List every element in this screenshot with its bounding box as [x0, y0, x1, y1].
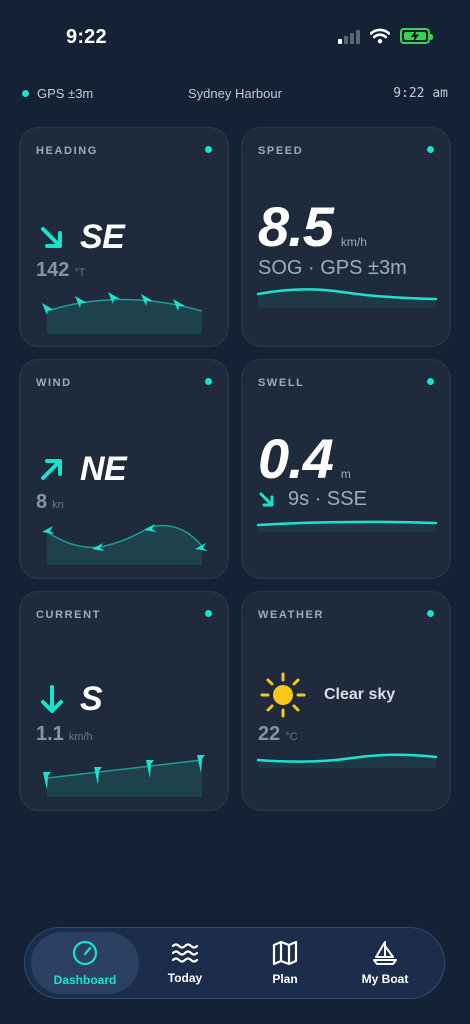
status-time: 9:22 — [66, 26, 107, 48]
nav-label: My Boat — [361, 972, 409, 986]
current-trend-chart — [43, 755, 205, 797]
swell-trend-chart — [256, 520, 438, 532]
heading-trend-chart — [42, 292, 203, 334]
nav-dashboard[interactable]: Dashboard — [31, 932, 139, 994]
nav-label: Dashboard — [53, 973, 117, 987]
swell-card[interactable]: SWELL 0.4 m 9s · SSE — [241, 359, 451, 579]
speed-card[interactable]: SPEED 8.5 km/h SOG · GPS ±3m — [241, 127, 451, 347]
local-time: 9:22 am — [393, 86, 448, 101]
bottom-navigation: Dashboard Today Plan My Boat — [24, 927, 445, 999]
current-card[interactable]: CURRENT S 1.1 km/h — [19, 591, 229, 811]
nav-my-boat[interactable]: My Boat — [339, 932, 431, 994]
location-name: Sydney Harbour — [188, 86, 282, 101]
sailboat-icon — [373, 941, 397, 965]
map-icon — [272, 940, 298, 966]
nav-plan[interactable]: Plan — [239, 932, 331, 994]
wifi-icon — [370, 28, 390, 44]
waves-icon — [171, 943, 199, 963]
nav-label: Plan — [272, 972, 298, 986]
wind-trend-chart — [42, 524, 208, 565]
status-bar: 9:22 — [0, 0, 470, 70]
nav-today[interactable]: Today — [139, 932, 231, 994]
weather-trend-chart — [256, 753, 438, 768]
cellular-signal-icon — [338, 28, 360, 44]
nav-label: Today — [167, 971, 203, 985]
wind-card[interactable]: WIND NE 8 kn — [19, 359, 229, 579]
heading-card[interactable]: HEADING SE 142 °T — [19, 127, 229, 347]
info-bar: GPS ±3m Sydney Harbour 9:22 am — [22, 86, 448, 104]
status-icons — [338, 28, 433, 44]
battery-charging-icon — [400, 28, 433, 44]
weather-card[interactable]: WEATHER Clear sky 22 °C — [241, 591, 451, 811]
speed-trend-chart — [256, 288, 438, 308]
gauge-icon — [72, 940, 98, 966]
